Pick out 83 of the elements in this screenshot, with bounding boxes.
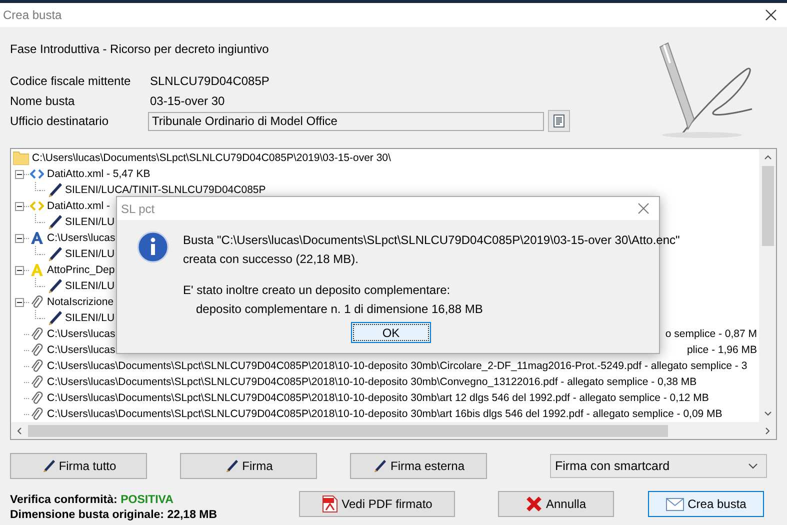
message-text: Busta "C:\Users\lucas\Documents\SLpct\SLNLCU79D04C085P\2019\03-15-over 30\Atto.enc" — [183, 233, 680, 249]
collapse-toggle-icon[interactable] — [15, 234, 24, 242]
window-title: Crea busta — [3, 8, 62, 22]
paperclip-icon — [30, 326, 44, 342]
close-icon[interactable] — [765, 9, 777, 21]
pen-icon — [46, 214, 62, 230]
dialog-title: SL pct — [121, 202, 155, 216]
pdf-icon — [322, 495, 338, 513]
pen-icon — [46, 310, 62, 326]
tree-item[interactable]: AttoPrinc_Dep — [47, 264, 115, 276]
field-label: Ufficio destinatario — [10, 114, 110, 128]
size-text: Dimensione busta originale: 22,18 MB — [10, 509, 218, 523]
sign-mode-dropdown[interactable]: Firma con smartcard — [550, 454, 767, 478]
sign-button[interactable]: Firma tutto — [10, 453, 147, 479]
scroll-thumb[interactable] — [762, 166, 774, 246]
detail-title: E' stato inoltre creato un deposito complementare: — [183, 283, 452, 299]
pen-icon — [224, 458, 238, 474]
paperclip-icon — [30, 342, 44, 358]
vertical-scrollbar[interactable] — [759, 149, 776, 422]
collapse-toggle-icon[interactable] — [15, 266, 24, 274]
paperclip-icon — [30, 406, 44, 422]
collapse-toggle-icon[interactable] — [15, 298, 24, 306]
collapse-toggle-icon[interactable] — [15, 170, 24, 178]
scroll-left-icon[interactable] — [16, 426, 22, 434]
field-value: 03-15-over 30 — [150, 94, 225, 108]
pen-icon — [46, 278, 62, 294]
field-label: Nome busta — [10, 94, 76, 108]
tree-item[interactable]: C:\Users\lucas — [47, 232, 116, 244]
browse-button[interactable] — [548, 110, 570, 132]
tree-item-tail: plice - 1,96 MB — [686, 344, 758, 356]
document-icon — [552, 114, 566, 128]
code-brackets-icon — [30, 200, 44, 212]
pen-icon — [372, 458, 386, 474]
paperclip-icon — [30, 358, 44, 374]
tree-item[interactable]: DatiAtto.xml - — [47, 200, 110, 212]
pen-icon — [46, 182, 62, 198]
sign-button[interactable]: Firma — [180, 453, 317, 479]
tree-item[interactable]: C:\Users\lucas — [47, 344, 116, 356]
font-icon — [30, 231, 44, 245]
cross-icon — [526, 496, 542, 512]
create-button[interactable]: Crea busta — [648, 491, 764, 517]
folder-icon — [13, 151, 29, 165]
office-field[interactable]: Tribunale Ordinario di Model Office — [148, 112, 544, 130]
pen-icon — [40, 458, 55, 474]
field-label: Codice fiscale mittente — [10, 74, 132, 88]
paperclip-icon — [30, 294, 44, 310]
tree-item[interactable]: DatiAtto.xml - 5,47 KB — [47, 168, 150, 180]
horizontal-scrollbar[interactable] — [11, 422, 776, 439]
tree-item[interactable]: SILENI/LU — [65, 280, 115, 292]
tree-item-tail: o semplice - 0,87 M — [665, 328, 758, 340]
tree-item[interactable]: C:\Users\lucas\Documents\SLpct\SLNLCU79D04C085P\2018\10-10-deposito 30mb\art 16bis dlgs 546 del 1992.pdf - allegato semplice - 0,09 MB — [47, 408, 722, 420]
tree-item[interactable]: C:\Users\lucas\Documents\SLpct\SLNLCU79D04C085P\2019\03-15-over 30\ — [32, 152, 391, 164]
sign-button[interactable]: Firma esterna — [350, 453, 487, 479]
tree-item[interactable]: SILENI/LU — [65, 216, 115, 228]
view-pdf-button[interactable]: Vedi PDF firmato — [299, 491, 455, 517]
scroll-down-icon[interactable] — [764, 411, 772, 417]
code-brackets-icon — [30, 168, 44, 180]
tree-item[interactable]: C:\Users\lucas\Documents\SLpct\SLNLCU79D04C085P\2018\10-10-deposito 30mb\art 12 dlgs 546 del 1992.pdf - allegato semplice - 0,12 MB — [47, 392, 709, 404]
envelope-icon — [666, 498, 684, 510]
verification-text: Verifica conformità: POSITIVA — [10, 494, 174, 508]
cancel-button[interactable]: Annulla — [498, 491, 614, 517]
tree-item[interactable]: C:\Users\lucas — [47, 328, 116, 340]
tree-item[interactable]: C:\Users\lucas\Documents\SLpct\SLNLCU79D04C085P\2018\10-10-deposito 30mb\Convegno_13122016.pdf - allegato semplice - 0,38 MB — [47, 376, 697, 388]
chevron-down-icon — [748, 463, 758, 469]
paperclip-icon — [30, 390, 44, 406]
collapse-toggle-icon[interactable] — [15, 202, 24, 210]
ok-button[interactable]: OK — [351, 322, 431, 343]
paperclip-icon — [30, 374, 44, 390]
info-icon — [137, 231, 169, 263]
message-text: creata con successo (22,18 MB). — [183, 252, 360, 268]
scroll-thumb[interactable] — [28, 424, 668, 436]
tree-item[interactable]: C:\Users\lucas\Documents\SLpct\SLNLCU79D04C085P\2018\10-10-deposito 30mb\Circolare_2-DF_11mag2016-Prot.-5249.pdf - allegato semplice - 3 — [47, 360, 748, 372]
tree-item[interactable]: SILENI/LU — [65, 248, 115, 260]
pen-icon — [46, 246, 62, 262]
tree-item[interactable]: NotaIscrizione — [47, 296, 114, 308]
scroll-right-icon[interactable] — [765, 426, 771, 434]
field-value: SLNLCU79D04C085P — [150, 74, 270, 88]
tree-item[interactable]: SILENI/LUCA/TINIT-SLNLCU79D04C085P — [65, 184, 266, 196]
scroll-up-icon[interactable] — [764, 154, 772, 160]
detail-text: deposito complementare n. 1 di dimensione 16,88 MB — [195, 302, 484, 318]
phase-text: Fase Introduttiva - Ricorso per decreto ingiuntivo — [10, 42, 270, 56]
tree-item[interactable]: SILENI/LU — [65, 312, 115, 324]
font-icon — [30, 263, 44, 277]
